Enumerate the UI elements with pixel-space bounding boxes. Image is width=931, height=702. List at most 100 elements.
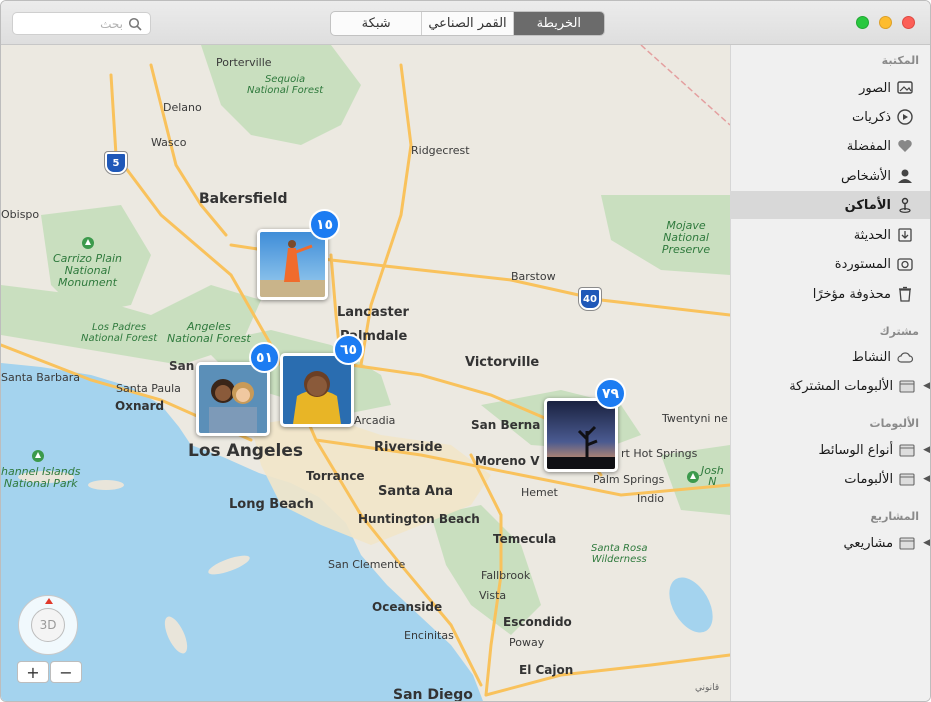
state-border-line [640, 45, 730, 126]
map-label-torrance: Torrance [306, 469, 365, 483]
zoom-window-button[interactable] [856, 16, 869, 29]
titlebar: شبكة القمر الصناعي الخريطة [1, 1, 930, 45]
map-label-oxnard: Oxnard [115, 399, 165, 413]
sidebar-item-label: الصور [859, 80, 891, 96]
map-label-ridgecrest: Ridgecrest [411, 144, 470, 157]
sidebar-item-memories[interactable]: ذكريات [730, 103, 930, 131]
photo-cluster-thumbnail[interactable] [257, 229, 328, 300]
sidebar-item-label: الألبومات [844, 471, 894, 487]
map-label-fallbrook: Fallbrook [481, 569, 531, 582]
sidebar-item-recents[interactable]: الحديثة [730, 221, 930, 249]
disclosure-triangle-icon[interactable]: ◀ [923, 445, 930, 455]
map-label-victorville: Victorville [465, 355, 540, 370]
park-label-los-padres: Los Padres National Forest [81, 322, 158, 344]
photo-count-badge[interactable]: ١٥ [309, 209, 340, 240]
compass-north-marker [45, 598, 53, 604]
sidebar-item-label: الأماكن [844, 197, 891, 213]
folder-icon [897, 377, 917, 395]
photo-count-badge[interactable]: ٧٩ [595, 378, 626, 409]
photo-man-yellow-hoodie [283, 356, 351, 424]
map-label-poway: Poway [509, 636, 545, 649]
photo-joshua-tree-sunset [547, 401, 615, 469]
sidebar-item-label: مشاريعي [843, 535, 894, 551]
sidebar-item-people[interactable]: الأشخاص [730, 162, 930, 190]
map-view[interactable]: Bakersfield Lancaster Palmdale Victorvil… [1, 45, 730, 701]
map-label-obispo: Obispo [1, 208, 40, 221]
photo-woman-orange-dress [260, 232, 325, 297]
photo-cluster-thumbnail[interactable] [196, 362, 270, 436]
sidebar-item-recently-deleted[interactable]: محذوفة مؤخرًا [730, 280, 930, 308]
sidebar-item-places[interactable]: الأماكن [730, 191, 930, 219]
map-label-arcadia: Arcadia [354, 414, 396, 427]
map-label-porterville: Porterville [216, 56, 272, 69]
map-label-escondido: Escondido [503, 615, 572, 629]
salton-sea [669, 577, 713, 633]
highway-99 [149, 63, 228, 237]
places-pin-icon [895, 196, 915, 214]
search-icon [128, 17, 142, 31]
disclosure-triangle-icon[interactable]: ◀ [923, 381, 930, 391]
map-label-san-clemente: San Clemente [328, 558, 406, 571]
sidebar-item-activity[interactable]: النشاط [730, 343, 930, 371]
map-label-barstow: Barstow [511, 270, 556, 283]
sidebar-item-shared-albums[interactable]: ◀ الألبومات المشتركة [730, 372, 930, 400]
section-header-albums: الألبومات [869, 417, 919, 430]
sidebar: المكتبة الصور ذكريات المفضلة الأشخاص الأ… [730, 45, 930, 701]
map-label-twentynine: Twentyni ne [662, 412, 728, 425]
search-field[interactable] [12, 12, 151, 35]
map-label-desert-hot-springs: rt Hot Springs [621, 447, 698, 460]
map-label-san-bernardino: San Berna [471, 418, 541, 432]
sidebar-item-photos[interactable]: الصور [730, 74, 930, 102]
map-label-bakersfield: Bakersfield [199, 191, 288, 207]
park-label-joshua-tree: Josh N [701, 464, 724, 488]
map-base [1, 45, 730, 701]
import-icon [895, 226, 915, 244]
sidebar-item-label: النشاط [851, 349, 891, 365]
search-input[interactable] [19, 15, 123, 33]
disclosure-triangle-icon[interactable]: ◀ [923, 538, 930, 548]
map-label-indio: Indio [637, 492, 664, 505]
park-label-angeles: Angeles National Forest [167, 320, 251, 345]
sidebar-item-label: الأشخاص [841, 168, 891, 184]
map-label-palm-springs: Palm Springs [593, 473, 665, 486]
tab-map[interactable]: الخريطة [513, 12, 604, 35]
sidebar-item-media-types[interactable]: ◀ أنواع الوسائط [730, 436, 930, 464]
park-label-santa-rosa: Santa Rosa Wilderness [591, 543, 648, 565]
close-window-button[interactable] [902, 16, 915, 29]
park-label-mojave: Mojave National Preserve [661, 219, 711, 256]
photo-count-badge[interactable]: ٦٥ [333, 334, 364, 365]
photo-cluster-thumbnail[interactable] [544, 398, 618, 472]
sidebar-item-label: المفضلة [846, 138, 891, 154]
trash-icon [895, 285, 915, 303]
zoom-out-button[interactable]: − [50, 661, 82, 683]
sidebar-item-albums[interactable]: ◀ الألبومات [730, 465, 930, 493]
folder-icon [897, 534, 917, 552]
cloud-icon [895, 348, 915, 366]
photos-icon [895, 79, 915, 97]
map-label-santa-paula: Santa Paula [116, 382, 181, 395]
map-label-los-angeles: Los Angeles [188, 441, 303, 461]
interstate-5-shield: 5 [105, 152, 127, 174]
map-label-encinitas: Encinitas [404, 629, 454, 642]
park-label-channel-islands: hannel Islands National Park [1, 465, 81, 490]
photo-two-women-smiling [199, 365, 267, 433]
disclosure-triangle-icon[interactable]: ◀ [923, 474, 930, 484]
sidebar-item-favorites[interactable]: المفضلة [730, 132, 930, 160]
view-mode-segmented-control: شبكة القمر الصناعي الخريطة [330, 11, 605, 36]
3d-button[interactable]: 3D [31, 608, 65, 642]
photo-count-badge[interactable]: ٥١ [249, 342, 280, 373]
minimize-window-button[interactable] [879, 16, 892, 29]
compass-3d-control[interactable]: 3D [18, 595, 78, 655]
sidebar-item-imports[interactable]: المستوردة [730, 250, 930, 278]
zoom-in-button[interactable]: + [17, 661, 49, 683]
tab-satellite[interactable]: القمر الصناعي [422, 12, 514, 35]
park-tree-icon [32, 450, 44, 462]
tab-grid[interactable]: شبكة [331, 12, 423, 35]
sidebar-item-my-projects[interactable]: ◀ مشاريعي [730, 529, 930, 557]
sidebar-item-label: أنواع الوسائط [818, 442, 894, 458]
camera-import-icon [895, 255, 915, 273]
sidebar-item-label: محذوفة مؤخرًا [812, 286, 891, 302]
legal-link[interactable]: قانوني [695, 683, 719, 693]
map-label-delano: Delano [163, 101, 202, 114]
map-label-wasco: Wasco [151, 136, 187, 149]
